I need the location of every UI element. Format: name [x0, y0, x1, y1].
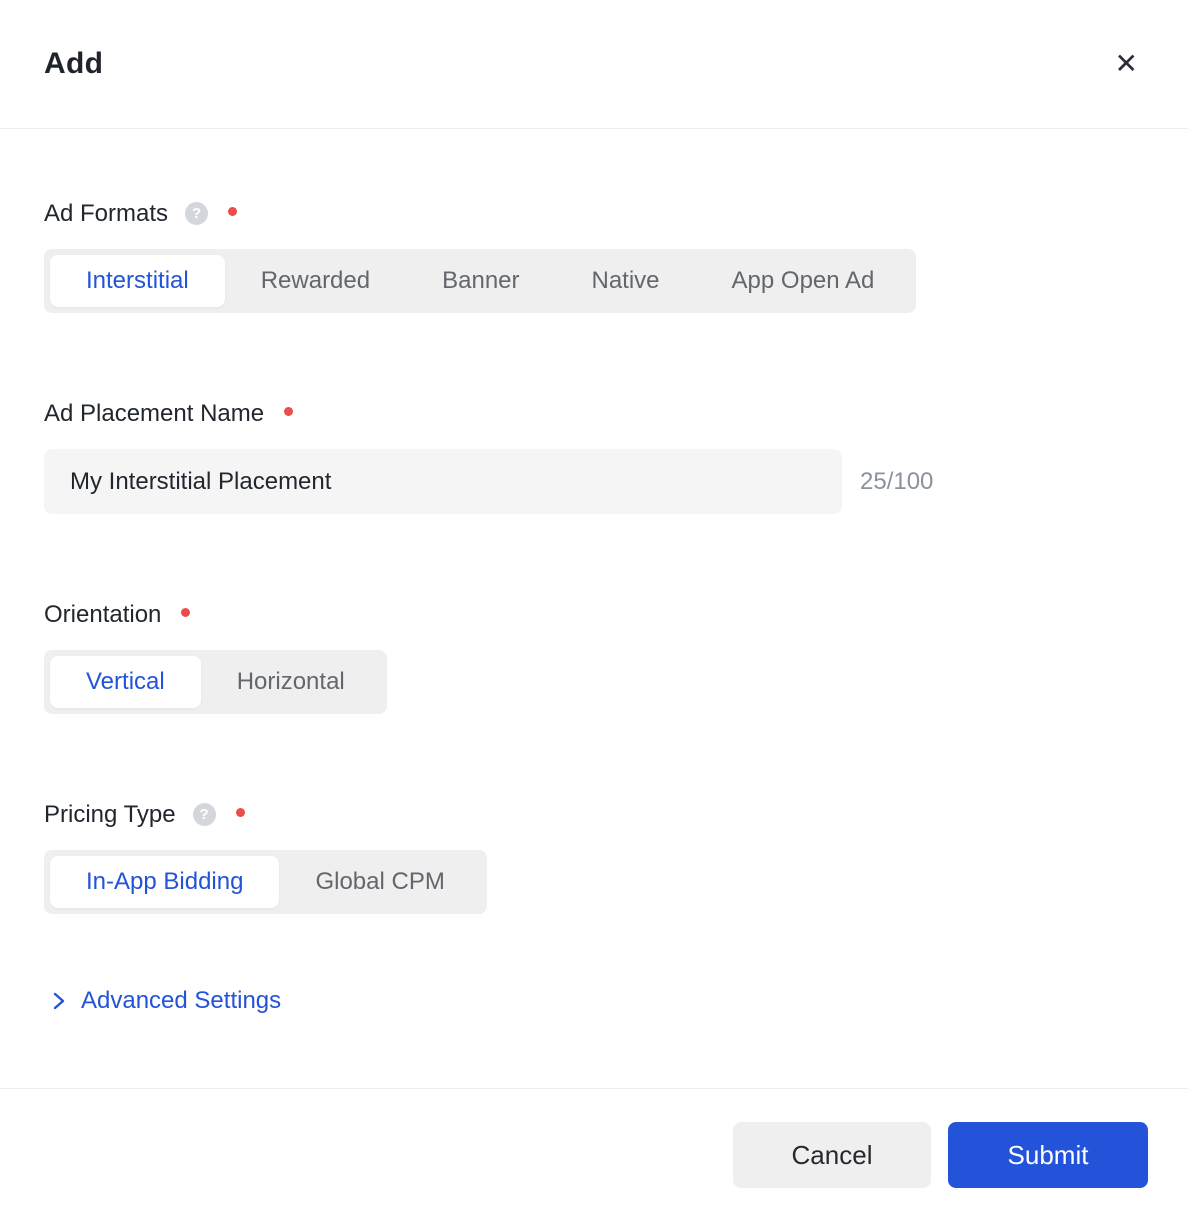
- modal-header: Add ✕: [0, 0, 1188, 129]
- ad-formats-label: Ad Formats: [44, 200, 169, 227]
- segment-native[interactable]: Native: [556, 255, 696, 307]
- cancel-button[interactable]: Cancel: [733, 1122, 931, 1188]
- ad-formats-label-row: Ad Formats ?: [44, 199, 1144, 228]
- required-dot: [235, 808, 245, 817]
- segment-horizontal[interactable]: Horizontal: [201, 656, 381, 708]
- advanced-settings-link[interactable]: Advanced Settings: [52, 987, 281, 1015]
- advanced-settings-label: Advanced Settings: [81, 987, 282, 1014]
- help-icon[interactable]: ?: [185, 202, 209, 225]
- modal-title: Add: [44, 47, 104, 80]
- ad-placement-name-label: Ad Placement Name: [44, 400, 265, 427]
- ad-placement-name-input[interactable]: [44, 449, 842, 514]
- pricing-type-field: Pricing Type ? In-App Bidding Global CPM: [44, 800, 1144, 914]
- help-icon[interactable]: ?: [192, 803, 216, 826]
- segment-rewarded[interactable]: Rewarded: [225, 255, 406, 307]
- segment-in-app-bidding[interactable]: In-App Bidding: [50, 856, 280, 908]
- ad-formats-segmented-control: Interstitial Rewarded Banner Native App …: [44, 249, 917, 313]
- segment-interstitial[interactable]: Interstitial: [50, 255, 225, 307]
- orientation-label: Orientation: [44, 601, 162, 628]
- close-icon[interactable]: ✕: [1111, 46, 1142, 82]
- submit-button[interactable]: Submit: [948, 1122, 1148, 1188]
- modal-footer: Cancel Submit: [0, 1088, 1188, 1212]
- required-dot: [228, 207, 238, 216]
- required-dot: [284, 407, 294, 416]
- pricing-type-label: Pricing Type: [44, 801, 176, 828]
- segment-app-open-ad[interactable]: App Open Ad: [696, 255, 911, 307]
- ad-placement-name-input-row: 25/100: [44, 449, 1144, 514]
- orientation-segmented-control: Vertical Horizontal: [44, 650, 387, 714]
- char-counter: 25/100: [860, 467, 934, 495]
- segment-global-cpm[interactable]: Global CPM: [279, 856, 480, 908]
- pricing-type-segmented-control: In-App Bidding Global CPM: [44, 850, 487, 914]
- segment-banner[interactable]: Banner: [406, 255, 555, 307]
- chevron-right-icon: [52, 990, 66, 1012]
- ad-placement-name-label-row: Ad Placement Name: [44, 399, 1144, 428]
- add-modal: Add ✕ Ad Formats ? Interstitial Rewarded…: [0, 0, 1188, 1212]
- modal-body: Ad Formats ? Interstitial Rewarded Banne…: [0, 129, 1188, 1088]
- ad-formats-field: Ad Formats ? Interstitial Rewarded Banne…: [44, 199, 1144, 313]
- pricing-type-label-row: Pricing Type ?: [44, 800, 1144, 829]
- segment-vertical[interactable]: Vertical: [50, 656, 201, 708]
- orientation-field: Orientation Vertical Horizontal: [44, 600, 1144, 714]
- orientation-label-row: Orientation: [44, 600, 1144, 629]
- required-dot: [181, 608, 191, 617]
- ad-placement-name-field: Ad Placement Name 25/100: [44, 399, 1144, 514]
